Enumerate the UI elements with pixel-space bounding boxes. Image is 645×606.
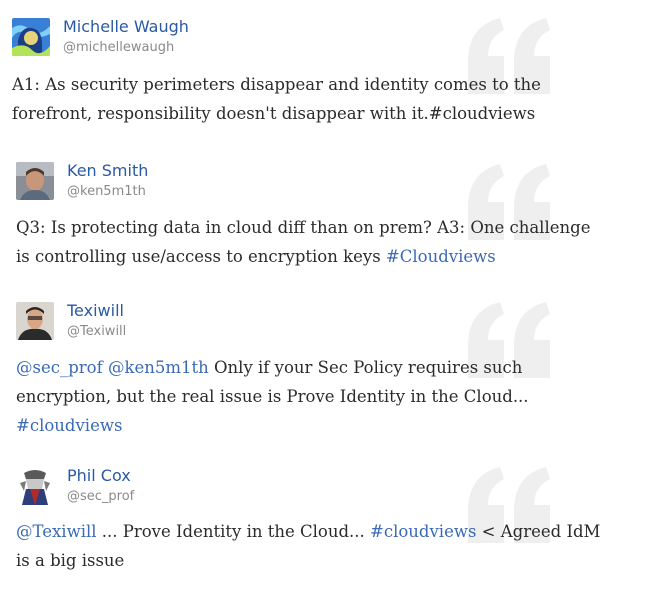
tweet-texiwill: Texiwill @Texiwill @sec_prof @ken5m1th O… <box>0 290 600 455</box>
phil-avatar-icon <box>16 467 54 505</box>
tweet-text: A1: As security perimeters disappear and… <box>12 70 602 128</box>
tweet-text-segment: ... Prove Identity in the Cloud... <box>96 522 371 541</box>
tweet-michelle-waugh: Michelle Waugh @michellewaugh A1: As sec… <box>0 0 600 150</box>
ken-avatar-icon <box>16 162 54 200</box>
tweet-text: @Texiwill ... Prove Identity in the Clou… <box>16 517 606 575</box>
avatar[interactable] <box>16 162 54 200</box>
hashtag-link[interactable]: #cloudviews <box>370 522 476 541</box>
avatar[interactable] <box>12 18 50 56</box>
tweet-text: Q3: Is protecting data in cloud diff tha… <box>16 213 606 271</box>
author-handle[interactable]: @sec_prof <box>67 489 134 504</box>
mention-link[interactable]: @ken5m1th <box>108 358 209 377</box>
mention-link[interactable]: @sec_prof <box>16 358 103 377</box>
tweet-text-segment: A1: As security perimeters disappear and… <box>12 75 541 123</box>
hashtag-link[interactable]: #Cloudviews <box>386 247 496 266</box>
tweet-text: @sec_prof @ken5m1th Only if your Sec Pol… <box>16 353 606 440</box>
hashtag-link[interactable]: #cloudviews <box>16 416 122 435</box>
texiwill-avatar-icon <box>16 302 54 340</box>
avatar[interactable] <box>16 302 54 340</box>
author-name[interactable]: Michelle Waugh <box>63 17 189 36</box>
tweet-phil-cox: Phil Cox @sec_prof @Texiwill ... Prove I… <box>0 455 600 606</box>
mention-link[interactable]: @Texiwill <box>16 522 97 541</box>
tweet-text-segment: Q3: Is protecting data in cloud diff tha… <box>16 218 591 266</box>
author-name[interactable]: Texiwill <box>67 301 124 320</box>
tweet-ken-smith: Ken Smith @ken5m1th Q3: Is protecting da… <box>0 150 600 290</box>
author-handle[interactable]: @michellewaugh <box>63 40 174 55</box>
author-name[interactable]: Ken Smith <box>67 161 148 180</box>
avatar[interactable] <box>16 467 54 505</box>
author-name[interactable]: Phil Cox <box>67 466 131 485</box>
author-handle[interactable]: @Texiwill <box>67 324 126 339</box>
michelle-avatar-icon <box>12 18 50 56</box>
author-handle[interactable]: @ken5m1th <box>67 184 146 199</box>
